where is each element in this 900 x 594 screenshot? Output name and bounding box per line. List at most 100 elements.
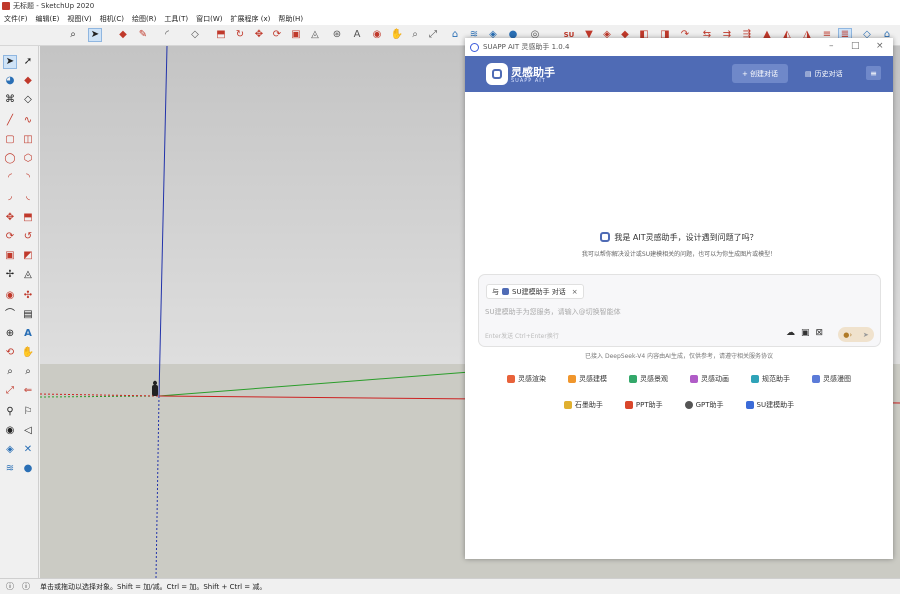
intersect-icon[interactable]: ✢ bbox=[3, 268, 17, 282]
rotate-left-icon[interactable]: ⟳ bbox=[3, 230, 17, 244]
assistant-chip[interactable]: PPT助手 bbox=[624, 400, 663, 410]
line-icon[interactable]: ╱ bbox=[3, 114, 17, 128]
menu-view[interactable]: 视图(V) bbox=[67, 14, 91, 24]
push-pull-icon[interactable]: ⬒ bbox=[214, 28, 228, 42]
info-icon[interactable]: ⓘ bbox=[4, 581, 16, 592]
app-title: 无标题 - SketchUp 2020 bbox=[13, 2, 95, 10]
assistant-chip[interactable]: 灵感景观 bbox=[629, 374, 668, 384]
search-icon[interactable]: ⌕ bbox=[66, 28, 80, 42]
follow-me-left-icon[interactable]: ↺ bbox=[21, 230, 35, 244]
tape-measure-icon[interactable]: ⊛ bbox=[330, 28, 344, 42]
send-button[interactable]: ●› ➤ bbox=[838, 327, 874, 342]
warehouse-icon[interactable]: ⌂ bbox=[448, 28, 462, 42]
assistant-chip[interactable]: 规范助手 bbox=[751, 374, 790, 384]
follow-me-icon[interactable]: ↻ bbox=[233, 28, 247, 42]
push-pull-left-icon[interactable]: ⬒ bbox=[21, 211, 35, 225]
walk-icon[interactable]: ⚐ bbox=[21, 405, 35, 419]
menu-camera[interactable]: 相机(C) bbox=[100, 14, 124, 24]
menu-tools[interactable]: 工具(T) bbox=[164, 14, 188, 24]
zoom-left-icon[interactable]: ⌕ bbox=[3, 365, 17, 379]
agent-tag: 与 SU建模助手 对话 × bbox=[486, 284, 584, 299]
text-icon[interactable]: A bbox=[350, 28, 364, 42]
chat-input-box[interactable]: 与 SU建模助手 对话 × SU建模助手为您服务，请输入@切换智能体 Enter… bbox=[478, 274, 881, 347]
eraser-soft-icon[interactable]: ◇ bbox=[21, 93, 35, 107]
eraser-icon[interactable]: ◆ bbox=[116, 28, 130, 42]
circle-icon[interactable]: ◯ bbox=[3, 152, 17, 166]
scale-icon[interactable]: ▣ bbox=[289, 28, 303, 42]
pan-left-icon[interactable]: ✋ bbox=[21, 346, 35, 360]
assistant-chip[interactable]: 灵感动画 bbox=[690, 374, 729, 384]
select-icon[interactable]: ➤ bbox=[3, 55, 17, 69]
axes-icon[interactable]: ⊕ bbox=[3, 327, 17, 341]
upload-cloud-icon[interactable]: ☁ bbox=[786, 328, 795, 338]
three-point-arc-icon[interactable]: ◞ bbox=[3, 190, 17, 204]
remove-tag-icon[interactable]: × bbox=[572, 288, 578, 296]
3d-text-icon[interactable]: A bbox=[21, 327, 35, 341]
tag-icon[interactable]: ⌘ bbox=[3, 93, 17, 107]
offset-left-icon[interactable]: ◩ bbox=[21, 249, 35, 263]
menu-edit[interactable]: 编辑(E) bbox=[36, 14, 60, 24]
two-point-arc-icon[interactable]: ◝ bbox=[21, 171, 35, 185]
menu-help[interactable]: 帮助(H) bbox=[278, 14, 303, 24]
position-camera-icon[interactable]: ⚲ bbox=[3, 405, 17, 419]
arc-left-icon[interactable]: ◜ bbox=[3, 171, 17, 185]
chat-input-placeholder[interactable]: SU建模助手为您服务，请输入@切换智能体 bbox=[485, 307, 621, 317]
zoom-extents-left-icon[interactable]: ⤢ bbox=[3, 384, 17, 398]
section-plane-icon[interactable]: ◁ bbox=[21, 424, 35, 438]
menu-icon[interactable]: ≡ bbox=[866, 66, 881, 80]
maximize-icon[interactable]: □ bbox=[851, 41, 860, 51]
new-chat-button[interactable]: + 创建对话 bbox=[732, 64, 788, 83]
protractor-icon[interactable]: ⌒ bbox=[3, 308, 17, 322]
zoom-extents-icon[interactable]: ⤢ bbox=[426, 28, 440, 42]
menu-extensions[interactable]: 扩展程序 (x) bbox=[230, 14, 270, 24]
rotate-icon[interactable]: ⟳ bbox=[270, 28, 284, 42]
offset-icon[interactable]: ◬ bbox=[308, 28, 322, 42]
polygon-icon[interactable]: ⬡ bbox=[21, 152, 35, 166]
assistant-chip[interactable]: 灵感建模 bbox=[568, 374, 607, 384]
text-label-icon[interactable]: ▤ bbox=[21, 308, 35, 322]
close-icon[interactable]: × bbox=[876, 41, 884, 51]
paint-bucket-icon[interactable]: ◕ bbox=[3, 74, 17, 88]
lasso-icon[interactable]: ➚ bbox=[21, 55, 35, 69]
move-icon[interactable]: ✥ bbox=[252, 28, 266, 42]
previous-view-icon[interactable]: ⇐ bbox=[21, 384, 35, 398]
shape-icon[interactable]: ◇ bbox=[188, 28, 202, 42]
screenshot-icon[interactable]: ⊠ bbox=[816, 328, 824, 338]
history-button[interactable]: ▤ 历史对话 bbox=[805, 64, 843, 83]
select-tool-icon[interactable]: ➤ bbox=[88, 28, 102, 42]
assistant-chip[interactable]: SU建模助手 bbox=[745, 400, 794, 410]
minimize-icon[interactable]: – bbox=[829, 41, 834, 51]
help-circle-icon[interactable]: ⓘ bbox=[20, 581, 32, 592]
pan-icon[interactable]: ✋ bbox=[390, 28, 404, 42]
look-around-icon[interactable]: ◉ bbox=[3, 424, 17, 438]
eraser-left-icon[interactable]: ◆ bbox=[21, 74, 35, 88]
flip-icon[interactable]: ◬ bbox=[21, 268, 35, 282]
layers-left-icon[interactable]: ≋ bbox=[3, 462, 17, 476]
assistant-chip[interactable]: 灵感渲染 bbox=[507, 374, 546, 384]
pie-icon[interactable]: ◟ bbox=[21, 190, 35, 204]
menu-file[interactable]: 文件(F) bbox=[4, 14, 28, 24]
warehouse-left-icon[interactable]: ◈ bbox=[3, 443, 17, 457]
scale-left-icon[interactable]: ▣ bbox=[3, 249, 17, 263]
menu-window[interactable]: 窗口(W) bbox=[196, 14, 222, 24]
extension-left-icon[interactable]: ✕ bbox=[21, 443, 35, 457]
rotated-rectangle-icon[interactable]: ◫ bbox=[21, 133, 35, 147]
menu-draw[interactable]: 绘图(R) bbox=[132, 14, 156, 24]
assistant-chip[interactable]: GPT助手 bbox=[684, 400, 724, 410]
powered-by: 已接入 DeepSeek-V4 内容由AI生成，仅供参考，请遵守相关服务协议 bbox=[585, 353, 773, 360]
arc-icon[interactable]: ◜ bbox=[160, 28, 174, 42]
pencil-icon[interactable]: ✎ bbox=[136, 28, 150, 42]
freehand-icon[interactable]: ∿ bbox=[21, 114, 35, 128]
rectangle-icon[interactable]: ▢ bbox=[3, 133, 17, 147]
image-upload-icon[interactable]: ▣ bbox=[801, 328, 810, 338]
styles-left-icon[interactable]: ● bbox=[21, 462, 35, 476]
dimension-icon[interactable]: ✣ bbox=[21, 289, 35, 303]
move-left-icon[interactable]: ✥ bbox=[3, 211, 17, 225]
tape-icon[interactable]: ◉ bbox=[3, 289, 17, 303]
zoom-icon[interactable]: ⌕ bbox=[408, 28, 422, 42]
assistant-chip[interactable]: 石墨助手 bbox=[563, 400, 603, 410]
orbit-icon[interactable]: ◉ bbox=[370, 28, 384, 42]
zoom-window-icon[interactable]: ⌕ bbox=[21, 365, 35, 379]
orbit-left-icon[interactable]: ⟲ bbox=[3, 346, 17, 360]
assistant-chip[interactable]: 灵感漫图 bbox=[812, 374, 851, 384]
